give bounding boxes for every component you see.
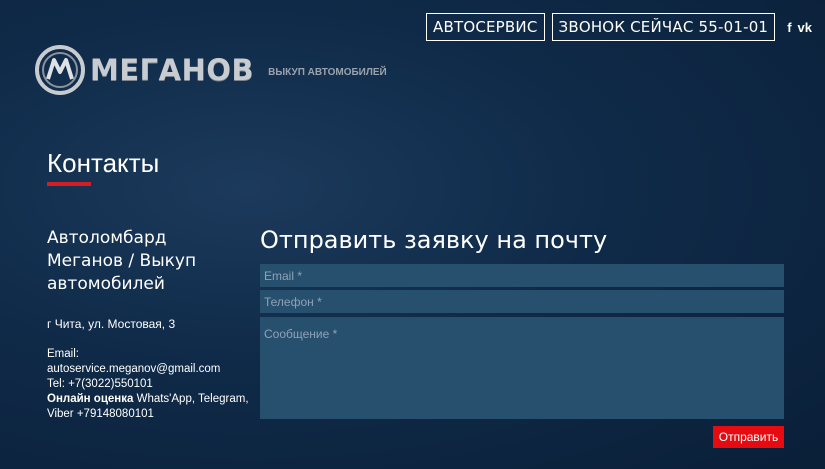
- submit-button[interactable]: Отправить: [713, 426, 784, 448]
- viber-text: Viber +79148080101: [47, 408, 154, 420]
- email-field[interactable]: [260, 264, 784, 287]
- call-now-button[interactable]: ЗВОНОК СЕЙЧАС 55-01-01: [551, 13, 776, 41]
- site-logo[interactable]: МЕГАНОВ ВЫКУП АВТОМОБИЛЕЙ: [34, 44, 387, 96]
- logo-emblem-icon: [35, 45, 85, 95]
- facebook-icon[interactable]: f: [787, 20, 791, 35]
- phone-field[interactable]: [260, 290, 784, 313]
- contact-details: Email: autoservice.meganov@gmail.com Tel…: [47, 347, 262, 422]
- vk-icon[interactable]: vk: [798, 20, 812, 35]
- message-field[interactable]: [260, 317, 784, 419]
- top-bar: АВТОСЕРВИС ЗВОНОК СЕЙЧАС 55-01-01 f vk: [426, 13, 812, 41]
- online-assessment: Онлайн оценка Whats'App, Telegram,: [47, 392, 262, 407]
- online-assessment-channels: Whats'App, Telegram,: [133, 393, 249, 405]
- social-links: f vk: [787, 20, 812, 35]
- email-link[interactable]: autoservice.meganov@gmail.com: [47, 362, 262, 377]
- email-label: Email:: [47, 348, 79, 360]
- phone-text: Tel: +7(3022)550101: [47, 378, 153, 390]
- online-assessment-label: Онлайн оценка: [47, 393, 134, 405]
- title-underline: [47, 182, 91, 186]
- form-title: Отправить заявку на почту: [260, 226, 608, 254]
- logo-wordmark: МЕГАНОВ: [90, 53, 255, 87]
- logo-subtitle: ВЫКУП АВТОМОБИЛЕЙ: [268, 66, 387, 78]
- company-name: Автоломбард Меганов / Выкуп автомобилей: [47, 228, 197, 294]
- page-title: Контакты: [47, 148, 160, 178]
- autoservice-button[interactable]: АВТОСЕРВИС: [426, 13, 545, 41]
- company-address: г Чита, ул. Мостовая, 3: [47, 317, 176, 331]
